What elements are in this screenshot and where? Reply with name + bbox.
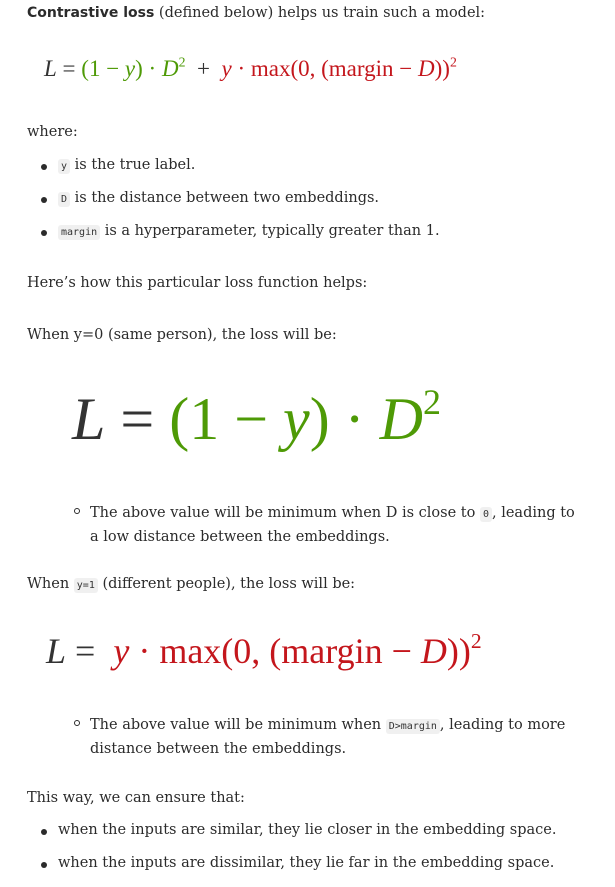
definition-item: margin is a hyperparameter, typically gr… [58, 223, 440, 240]
eq1-term1: (1 − y) · D2 [81, 54, 186, 81]
intro-text: (defined below) helps us train such a mo… [154, 5, 486, 21]
inline-code: D>margin [385, 719, 440, 734]
conclusion-item: when the inputs are similar, they lie cl… [58, 822, 557, 838]
bullet-dot [41, 197, 47, 203]
conclusion-item: when the inputs are dissimilar, they lie… [58, 855, 555, 871]
inline-code: 0 [479, 507, 492, 522]
intro-paragraph: Contrastive loss (defined below) helps u… [27, 5, 485, 21]
bullet-dot [41, 230, 47, 236]
sub-bullet-circle [74, 720, 80, 726]
eq2-equals: = [120, 386, 155, 452]
contrastive-loss-equation: L = (1 − y) · D2 + y · max(0, (margin − … [44, 54, 457, 82]
eq3-lhs: L [46, 631, 67, 671]
inline-code: D [58, 192, 71, 207]
inline-code: y=1 [73, 578, 98, 593]
definition-text: is the distance between two embeddings. [74, 190, 380, 206]
eq3-term: y · max(0, (margin − D))2 [113, 628, 482, 671]
ensure-paragraph: This way, we can ensure that: [27, 790, 245, 806]
eq3-equals: = [75, 631, 96, 671]
bullet-dot [41, 164, 47, 170]
eq1-equals: = [62, 56, 76, 81]
intro-bold-term: Contrastive loss [27, 5, 155, 21]
same-person-loss-equation: L = (1 − y) · D2 [72, 381, 441, 454]
different-people-loss-equation: L = y · max(0, (margin − D))2 [46, 630, 482, 672]
eq1-term2: y · max(0, (margin − D))2 [221, 54, 457, 81]
sub-bullet-circle [74, 508, 80, 514]
inline-code: y [58, 159, 71, 174]
bullet-dot [41, 862, 47, 868]
eq2-lhs: L [72, 386, 106, 452]
definition-text: is the true label. [74, 157, 196, 173]
inline-code: margin [58, 225, 101, 240]
case-same-paragraph: When y=0 (same person), the loss will be… [27, 327, 337, 343]
helps-paragraph: Here’s how this particular loss function… [27, 275, 368, 291]
eq2-term: (1 − y) · D2 [169, 381, 441, 452]
case-diff-paragraph: When y=1 (different people), the loss wi… [27, 576, 356, 593]
note-same-paragraph: The above value will be minimum when D i… [90, 505, 575, 545]
definition-item: y is the true label. [58, 157, 196, 174]
bullet-dot [41, 829, 47, 835]
note-diff-paragraph: The above value will be minimum when D>m… [90, 717, 566, 757]
definition-item: D is the distance between two embeddings… [58, 190, 380, 207]
where-label: where: [27, 124, 78, 140]
definition-text: is a hyperparameter, typically greater t… [104, 223, 440, 239]
eq1-lhs: L [44, 56, 57, 81]
eq1-plus: + [197, 56, 210, 81]
